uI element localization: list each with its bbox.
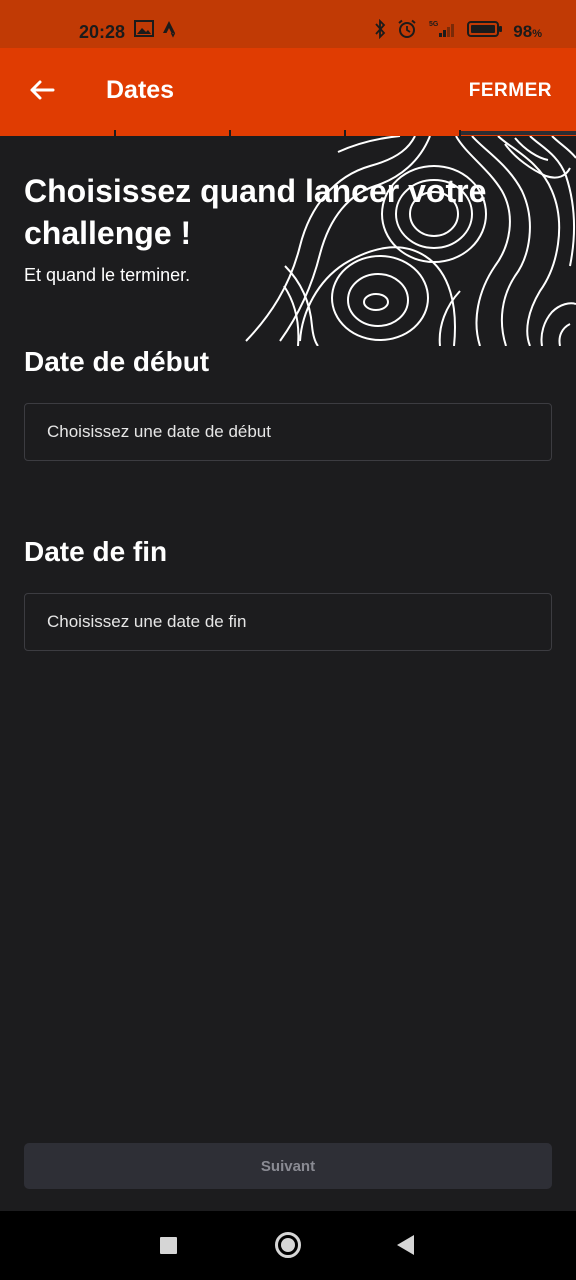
battery-value: 98 [513, 21, 533, 41]
status-left-icons [134, 20, 178, 43]
status-right-icons: 5G 98% [373, 18, 542, 44]
headline: Choisissez quand lancer votre challenge … [24, 173, 487, 251]
step-divider [114, 130, 116, 136]
bluetooth-icon [373, 18, 387, 44]
arrow-left-icon [30, 80, 55, 100]
end-date-field[interactable] [24, 593, 552, 651]
system-nav-bar [0, 1211, 576, 1280]
gallery-icon [134, 20, 154, 43]
page-title: Dates [106, 76, 175, 104]
start-date-label: Date de début [24, 346, 210, 377]
strava-icon [162, 20, 178, 43]
step-current [461, 131, 576, 135]
status-bar: 20:28 5G 98% [0, 0, 576, 48]
start-date-field[interactable] [24, 403, 552, 461]
recent-apps-icon[interactable] [160, 1237, 177, 1254]
subline: Et quand le terminer. [24, 265, 191, 285]
alarm-icon [397, 19, 417, 44]
next-button[interactable]: Suivant [24, 1143, 552, 1189]
close-button[interactable]: FERMER [469, 80, 552, 102]
status-time: 20:28 [79, 22, 126, 42]
end-date-label: Date de fin [24, 536, 168, 567]
network-label: 5G [429, 21, 439, 28]
home-icon[interactable] [275, 1232, 301, 1258]
back-icon[interactable] [397, 1235, 414, 1255]
step-divider [229, 130, 231, 136]
back-button[interactable] [24, 74, 60, 106]
battery-percentage: 98% [513, 22, 542, 42]
battery-icon [467, 20, 503, 43]
app-bar: Dates FERMER [0, 48, 576, 132]
signal-icon: 5G [427, 19, 457, 44]
battery-unit: % [532, 27, 542, 40]
